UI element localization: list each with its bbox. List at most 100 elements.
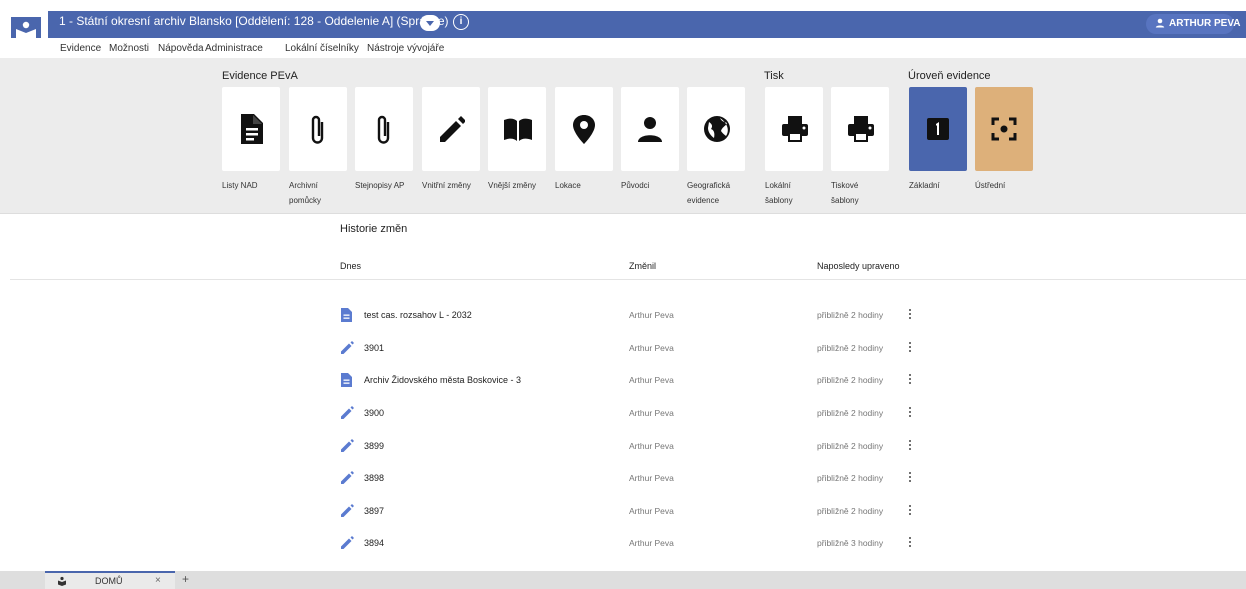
document-icon [341,308,352,322]
close-icon[interactable]: × [155,575,161,586]
row-time: přibližně 2 hodiny [817,473,884,483]
add-tab-button[interactable]: + [182,572,189,586]
row-user: Arthur Peva [629,506,674,516]
globe-icon [704,116,730,142]
tile-lokalni-sablony[interactable] [765,87,823,171]
row-user: Arthur Peva [629,473,674,483]
table-row[interactable]: 3897 Arthur Peva přibližně 2 hodiny [0,504,1246,536]
row-time: přibližně 3 hodiny [817,538,884,548]
printer-icon [848,116,874,142]
group-title-uroven: Úroveň evidence [908,70,991,82]
row-name[interactable]: 3898 [364,473,384,483]
tile-label-ustredni: Ústřední [975,181,1006,190]
row-user: Arthur Peva [629,375,674,385]
menu-napoveda[interactable]: Nápověda [158,43,204,54]
more-vert-icon[interactable] [905,372,915,386]
row-time: přibližně 2 hodiny [817,310,884,320]
menu-moznosti[interactable]: Možnosti [109,43,149,54]
person-icon [1155,18,1165,28]
row-user: Arthur Peva [629,441,674,451]
pencil-icon [341,471,354,484]
pencil-icon [341,406,354,419]
pencil-icon [440,116,465,142]
column-header-changed-by: Změnil [629,261,657,271]
menu-bar: Evidence Možnosti Nápověda Administrace … [0,38,1246,58]
row-name[interactable]: Archiv Židovského města Boskovice - 3 [364,375,521,385]
level-one-icon [927,118,949,140]
menu-nastroje-vyvojare[interactable]: Nástroje vývojáře [367,43,444,54]
center-focus-icon [991,117,1017,141]
ribbon-toolbar: Evidence PEvA Tisk Úroveň evidence Listy… [0,58,1246,214]
tab-domu[interactable]: DOMŮ × [45,571,175,589]
tile-vnejsi-zmeny[interactable] [488,87,546,171]
row-time: přibližně 2 hodiny [817,506,884,516]
table-row[interactable]: test cas. rozsahov L - 2032 Arthur Peva … [0,308,1246,340]
table-row[interactable]: 3900 Arthur Peva přibližně 2 hodiny [0,406,1246,438]
book-icon [504,118,532,141]
document-icon [341,373,352,387]
row-name[interactable]: 3897 [364,506,384,516]
app-header: 1 - Státní okresní archiv Blansko [Odděl… [0,0,1246,45]
more-vert-icon[interactable] [905,438,915,452]
tile-label-vnitrni-zmeny: Vnitřní změny [422,181,471,190]
info-icon[interactable]: i [453,14,469,30]
tile-label-zakladni: Základní [909,181,940,190]
person-icon [638,117,662,142]
context-dropdown-icon[interactable] [420,15,440,31]
tile-tiskove-sablony[interactable] [831,87,889,171]
menu-administrace[interactable]: Administrace [205,43,263,54]
table-row[interactable]: Archiv Židovského města Boskovice - 3 Ar… [0,373,1246,405]
tile-vnitrni-zmeny[interactable] [422,87,480,171]
more-vert-icon[interactable] [905,470,915,484]
document-icon [241,114,263,144]
user-name: ARTHUR PEVA [1169,18,1241,29]
tile-stejnopisy-ap[interactable] [355,87,413,171]
column-header-today: Dnes [340,261,362,271]
more-vert-icon[interactable] [905,503,915,517]
menu-lokalni-ciselniky[interactable]: Lokální číselníky [285,43,359,54]
context-title: 1 - Státní okresní archiv Blansko [Odděl… [59,14,449,28]
row-user: Arthur Peva [629,310,674,320]
app-logo-icon [58,576,66,586]
table-row[interactable]: 3899 Arthur Peva přibližně 2 hodiny [0,439,1246,471]
row-time: přibližně 2 hodiny [817,441,884,451]
table-row[interactable]: 3901 Arthur Peva přibližně 2 hodiny [0,341,1246,373]
row-name[interactable]: 3900 [364,408,384,418]
paperclip-icon [311,115,324,144]
tile-label-archivni-pomucky: Archivní pomůcky [289,181,322,205]
group-title-evidence: Evidence PEvA [222,70,298,82]
tile-ustredni[interactable] [975,87,1033,171]
row-name[interactable]: 3901 [364,343,384,353]
more-vert-icon[interactable] [905,405,915,419]
tile-listy-nad[interactable] [222,87,280,171]
tile-label-puvodci: Původci [621,181,650,190]
column-header-last-modified: Naposledy upraveno [817,261,900,271]
tile-archivni-pomucky[interactable] [289,87,347,171]
tile-lokace[interactable] [555,87,613,171]
menu-evidence[interactable]: Evidence [60,43,101,54]
tile-label-tiskove-sablony: Tiskové šablony [831,181,859,205]
row-name[interactable]: 3894 [364,538,384,548]
pencil-icon [341,439,354,452]
table-row[interactable]: 3898 Arthur Peva přibližně 2 hodiny [0,471,1246,503]
user-menu-button[interactable]: ARTHUR PEVA [1146,14,1240,34]
pencil-icon [341,536,354,549]
tile-label-lokace: Lokace [555,181,581,190]
more-vert-icon[interactable] [905,340,915,354]
row-time: přibližně 2 hodiny [817,408,884,418]
more-vert-icon[interactable] [905,535,915,549]
row-name[interactable]: 3899 [364,441,384,451]
tile-zakladni[interactable] [909,87,967,171]
tile-label-lokalni-sablony: Lokální šablony [765,181,793,205]
row-time: přibližně 2 hodiny [817,343,884,353]
table-row[interactable]: 3894 Arthur Peva přibližně 3 hodiny [0,536,1246,568]
tile-geograficka-evidence[interactable] [687,87,745,171]
history-panel: Historie změn Dnes Změnil Naposledy upra… [0,214,1246,571]
tile-label-geograficka-evidence: Geografická evidence [687,181,731,205]
row-user: Arthur Peva [629,538,674,548]
tab-bar: DOMŮ × + [0,571,1246,589]
row-name[interactable]: test cas. rozsahov L - 2032 [364,310,472,320]
more-vert-icon[interactable] [905,307,915,321]
tile-puvodci[interactable] [621,87,679,171]
paperclip-icon [377,115,390,144]
